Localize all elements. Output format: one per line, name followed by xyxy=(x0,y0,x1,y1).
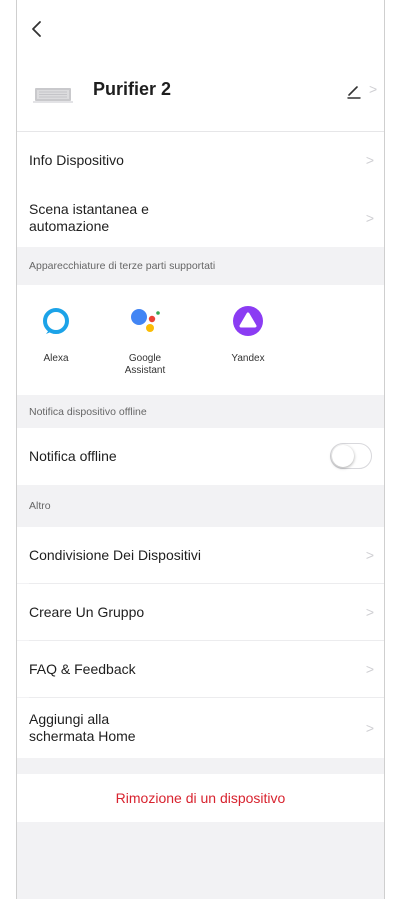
row-label-line: automazione xyxy=(29,217,110,234)
chevron-right-icon: > xyxy=(365,661,374,677)
row-label: Notifica offline xyxy=(29,448,117,464)
section-header-offline: Notifica dispositivo offline xyxy=(17,395,384,428)
offline-notification-toggle[interactable] xyxy=(330,443,372,469)
yandex-icon xyxy=(233,306,263,336)
row-device-info[interactable]: Info Dispositivo > xyxy=(17,132,384,188)
assistant-google[interactable]: Google Assistant xyxy=(110,305,180,377)
assistant-alexa[interactable]: Alexa xyxy=(21,305,91,365)
back-chevron-icon[interactable] xyxy=(27,16,49,42)
device-name: Purifier 2 xyxy=(93,79,172,99)
remove-device-label: Rimozione di un dispositivo xyxy=(115,790,286,806)
device-header: Purifier 2 > xyxy=(17,56,384,132)
assistant-name-line: Assistant xyxy=(124,365,166,376)
edit-pencil-icon[interactable] xyxy=(346,84,364,100)
chevron-right-icon: > xyxy=(365,720,374,736)
row-label-line: Aggiungi alla xyxy=(29,711,110,727)
navigation-bar xyxy=(17,0,384,56)
row-label-line: schermata Home xyxy=(29,728,136,744)
assistant-name-line: Google xyxy=(128,353,162,364)
row-faq-feedback[interactable]: FAQ & Feedback > xyxy=(17,641,384,697)
assistant-name: Yandex xyxy=(231,353,265,364)
section-header-third-party: Apparecchiature di terze parti supportat… xyxy=(17,247,384,285)
row-device-sharing[interactable]: Condivisione Dei Dispositivi > xyxy=(17,527,384,583)
device-thumbnail-icon xyxy=(33,88,73,103)
assistant-yandex[interactable]: Yandex xyxy=(213,305,283,365)
row-label: Scena istantanea e automazione xyxy=(29,201,149,235)
row-offline-notification: Notifica offline xyxy=(17,428,384,485)
row-scene-automation[interactable]: Scena istantanea e automazione > xyxy=(17,188,384,247)
assistant-name: Alexa xyxy=(43,353,69,364)
assistant-name: Google Assistant xyxy=(110,353,180,377)
toggle-knob xyxy=(332,445,354,467)
row-add-to-home[interactable]: Aggiungi alla schermata Home > xyxy=(17,698,384,758)
section-header-other: Altro xyxy=(17,485,384,527)
chevron-right-icon: > xyxy=(369,81,378,97)
row-label: Creare Un Gruppo xyxy=(29,603,145,620)
chevron-right-icon: > xyxy=(365,604,374,620)
assistants-row: Alexa Google Assistant Yandex xyxy=(17,285,384,395)
remove-device-button[interactable]: Rimozione di un dispositivo xyxy=(17,774,384,822)
chevron-right-icon: > xyxy=(365,209,374,226)
row-label: Condivisione Dei Dispositivi xyxy=(29,546,201,563)
device-settings-screen: Purifier 2 > Info Dispositivo > Scena is… xyxy=(16,0,385,899)
row-label: Aggiungi alla schermata Home xyxy=(29,711,136,745)
alexa-icon xyxy=(43,308,69,334)
chevron-right-icon: > xyxy=(365,152,374,168)
row-label: FAQ & Feedback xyxy=(29,660,136,677)
row-create-group[interactable]: Creare Un Gruppo > xyxy=(17,584,384,640)
chevron-right-icon: > xyxy=(365,547,374,563)
row-label-line: Scena istantanea e xyxy=(29,200,149,217)
row-label: Info Dispositivo xyxy=(29,151,124,168)
google-assistant-icon xyxy=(131,309,160,332)
